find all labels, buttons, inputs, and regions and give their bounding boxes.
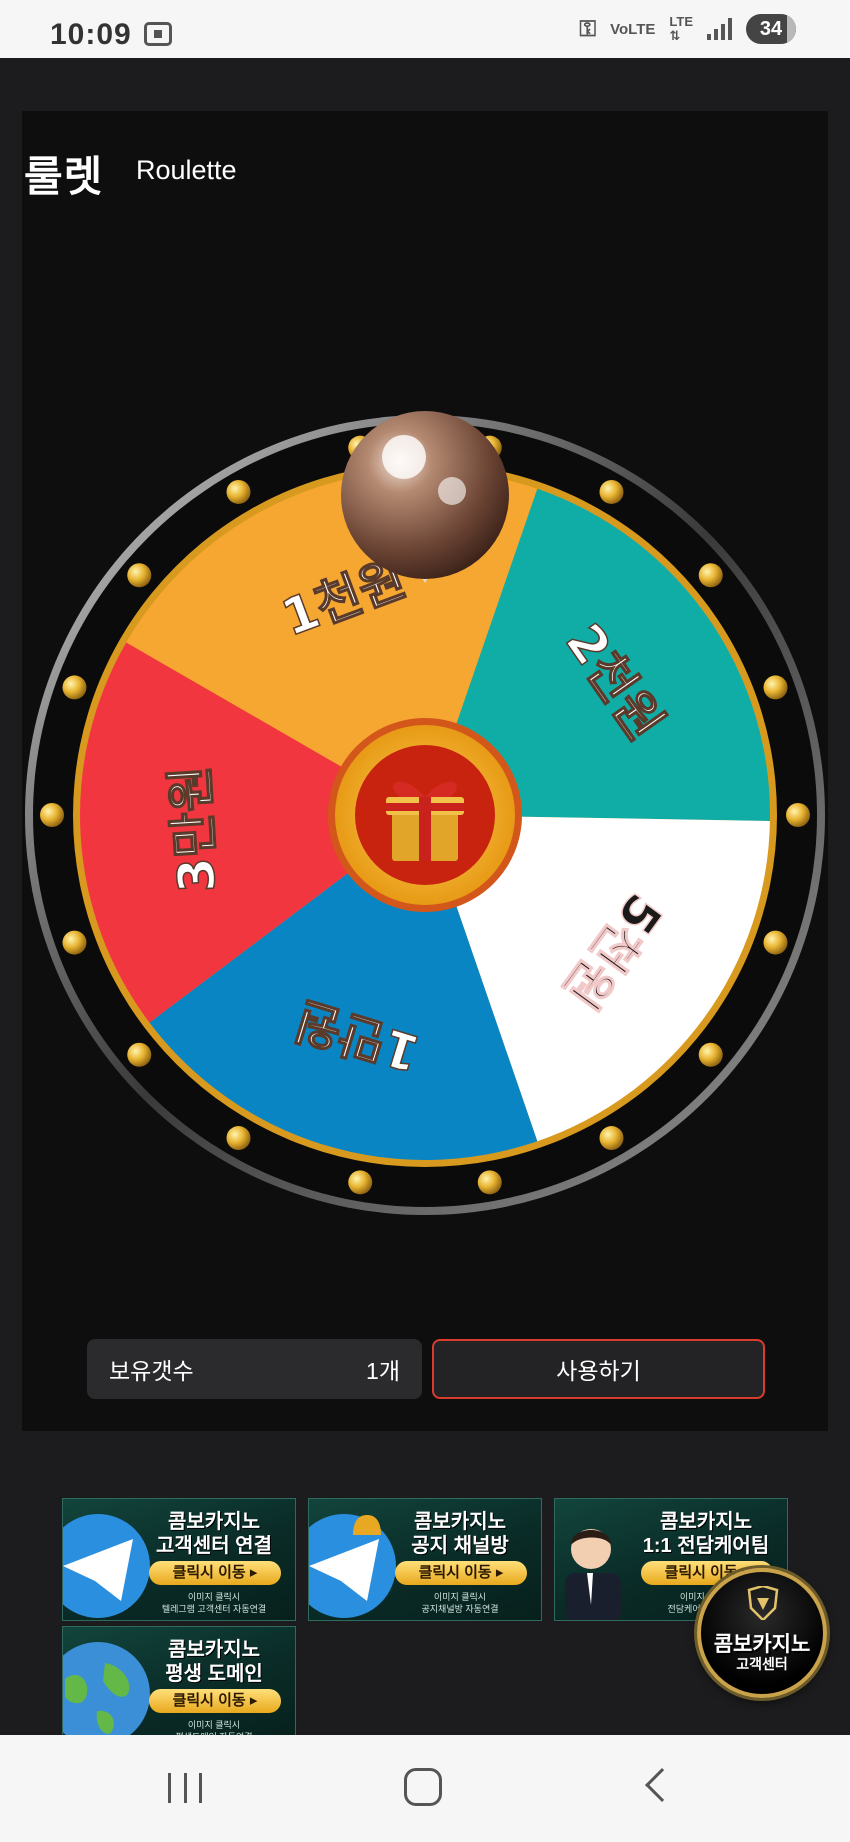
roulette-wheel[interactable]: 1천원2천원5천원1만원3만원 <box>22 111 828 1431</box>
banner-button[interactable]: 클릭시 이동 ▸ <box>149 1561 281 1585</box>
status-time: 10:09 <box>50 18 132 51</box>
wheel-stud <box>599 479 624 504</box>
hold-count-value: 1개 <box>366 1358 400 1384</box>
top-spacer <box>0 58 850 111</box>
battery-indicator: 34 <box>746 14 796 44</box>
wheel-stud <box>127 1042 152 1067</box>
wheel-segment-label: 3만원 <box>161 764 227 894</box>
screenshot-icon <box>144 22 172 46</box>
banner-notice[interactable]: 콤보카지노 공지 채널방 클릭시 이동 ▸ 이미지 클릭시 공지채널방 자동연결 <box>308 1498 542 1621</box>
key-icon: ⚿ <box>579 16 597 41</box>
wheel-stud <box>477 1170 502 1195</box>
banner-subtitle: 평생 도메인 <box>165 1663 263 1685</box>
customer-center-button[interactable]: 콤보카지노 고객센터 <box>697 1568 827 1698</box>
banner-note: 텔레그램 고객센터 자동연결 <box>161 1604 267 1614</box>
wheel-stud <box>599 1126 624 1151</box>
hold-count-label: 보유갯수 <box>109 1358 194 1384</box>
banner-button[interactable]: 클릭시 이동 ▸ <box>395 1561 527 1585</box>
hold-count-box: 보유갯수 1개 <box>87 1339 422 1399</box>
banner-subtitle: 공지 채널방 <box>411 1535 509 1557</box>
banner-note: 공지채널방 자동연결 <box>421 1604 499 1614</box>
back-icon[interactable] <box>645 1768 679 1802</box>
navigation-bar <box>0 1735 850 1842</box>
banner-button[interactable]: 클릭시 이동 ▸ <box>149 1689 281 1713</box>
fab-subtitle: 고객센터 <box>736 1656 788 1672</box>
wheel-stud <box>226 1126 251 1151</box>
banner-subtitle: 1:1 전담케어팀 <box>642 1535 770 1557</box>
wheel-stud <box>763 675 788 700</box>
home-icon[interactable] <box>404 1768 442 1806</box>
status-icons: ⚿ VoLTE LTE ⇅ 34 <box>579 14 796 44</box>
wheel-stud <box>226 479 251 504</box>
recent-apps-icon[interactable] <box>168 1773 202 1803</box>
wheel-stud <box>348 1170 373 1195</box>
wheel-stud <box>698 563 723 588</box>
banner-subtitle: 고객센터 연결 <box>156 1535 272 1557</box>
signal-icon <box>707 18 732 40</box>
lte-icon: LTE ⇅ <box>669 14 693 43</box>
banner-support[interactable]: 콤보카지노 고객센터 연결 클릭시 이동 ▸ 이미지 클릭시 텔레그램 고객센터… <box>62 1498 296 1621</box>
status-bar: 10:09 ⚿ VoLTE LTE ⇅ 34 <box>0 0 850 58</box>
volte-icon: VoLTE <box>610 20 656 38</box>
wheel-stud <box>763 930 788 955</box>
roulette-panel: 룰렛 Roulette 1천원 2천원 5천원 1만원 3만원 보유갯수 1개 … <box>22 111 828 1431</box>
wheel-stud <box>62 930 87 955</box>
use-button[interactable]: 사용하기 <box>432 1339 765 1399</box>
wheel-stud <box>40 803 64 827</box>
wheel-stud <box>698 1042 723 1067</box>
banner-domain[interactable]: 콤보카지노 평생 도메인 클릭시 이동 ▸ 이미지 클릭시 평생도메인 자동연결 <box>62 1626 296 1749</box>
wheel-stud <box>127 563 152 588</box>
crest-icon <box>747 1586 779 1620</box>
wheel-stud <box>786 803 810 827</box>
wheel-stud <box>62 675 87 700</box>
